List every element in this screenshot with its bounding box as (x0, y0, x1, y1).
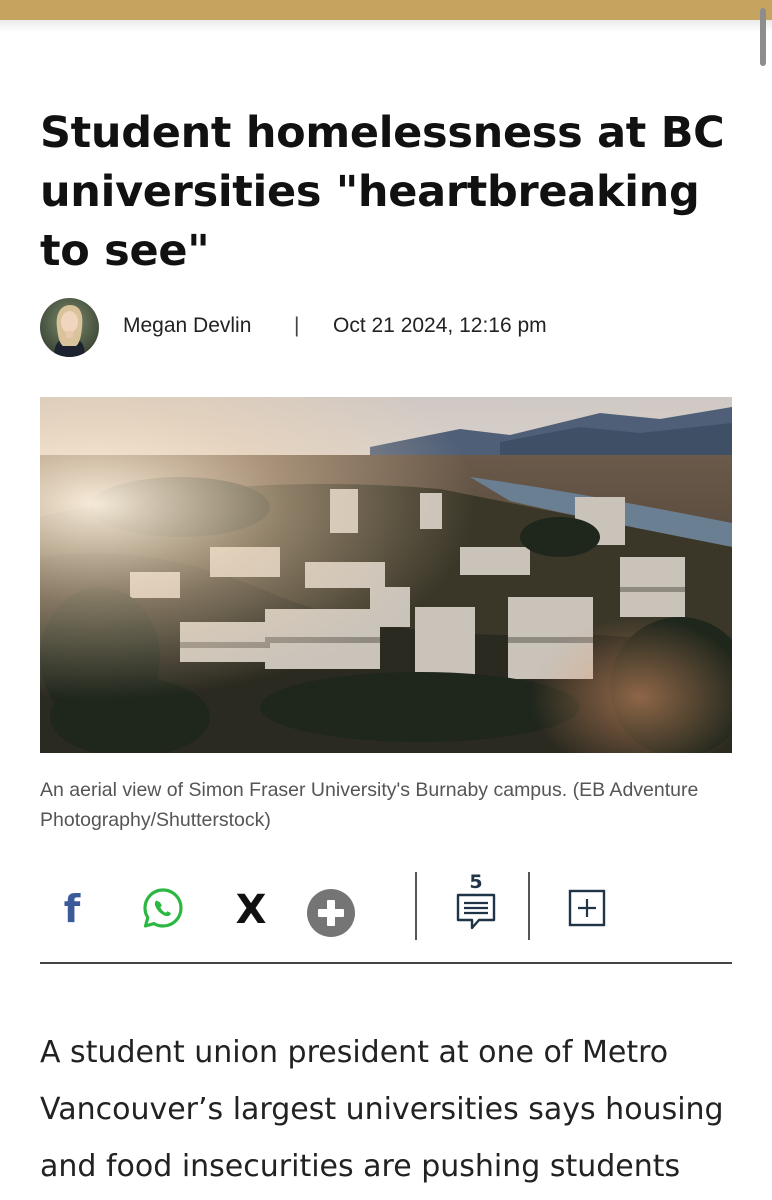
image-caption: An aerial view of Simon Fraser Universit… (40, 779, 699, 831)
article-headline: Student homelessness at BC universities … (40, 108, 725, 276)
toolbar-divider (528, 872, 530, 940)
more-share-icon (307, 889, 355, 937)
author-name[interactable]: Megan Devlin (123, 314, 251, 338)
share-toolbar: f X 5 (40, 870, 732, 950)
section-divider (40, 962, 732, 964)
save-button[interactable] (567, 888, 607, 928)
hero-image[interactable] (40, 397, 732, 753)
top-accent-bar (0, 0, 772, 20)
byline-separator: | (294, 314, 300, 337)
save-icon (568, 889, 606, 927)
publish-date: Oct 21 2024, 12:16 pm (333, 314, 547, 337)
facebook-share-button[interactable]: f (52, 884, 92, 932)
comment-count: 5 (469, 871, 483, 893)
author-avatar[interactable] (40, 298, 99, 357)
byline: Megan Devlin | Oct 21 2024, 12:16 pm (40, 298, 740, 358)
comments-button[interactable]: 5 (448, 870, 504, 934)
more-share-button[interactable] (306, 888, 356, 938)
toolbar-divider (415, 872, 417, 940)
comment-icon (456, 893, 496, 930)
header-shadow (0, 20, 772, 32)
whatsapp-share-button[interactable] (140, 885, 186, 931)
article-body: A student union president at one of Metr… (40, 1035, 724, 1184)
facebook-icon: f (64, 887, 81, 931)
whatsapp-icon (143, 888, 183, 928)
x-share-button[interactable]: X (228, 886, 274, 932)
x-icon: X (236, 887, 267, 932)
scrollbar[interactable] (760, 8, 766, 66)
